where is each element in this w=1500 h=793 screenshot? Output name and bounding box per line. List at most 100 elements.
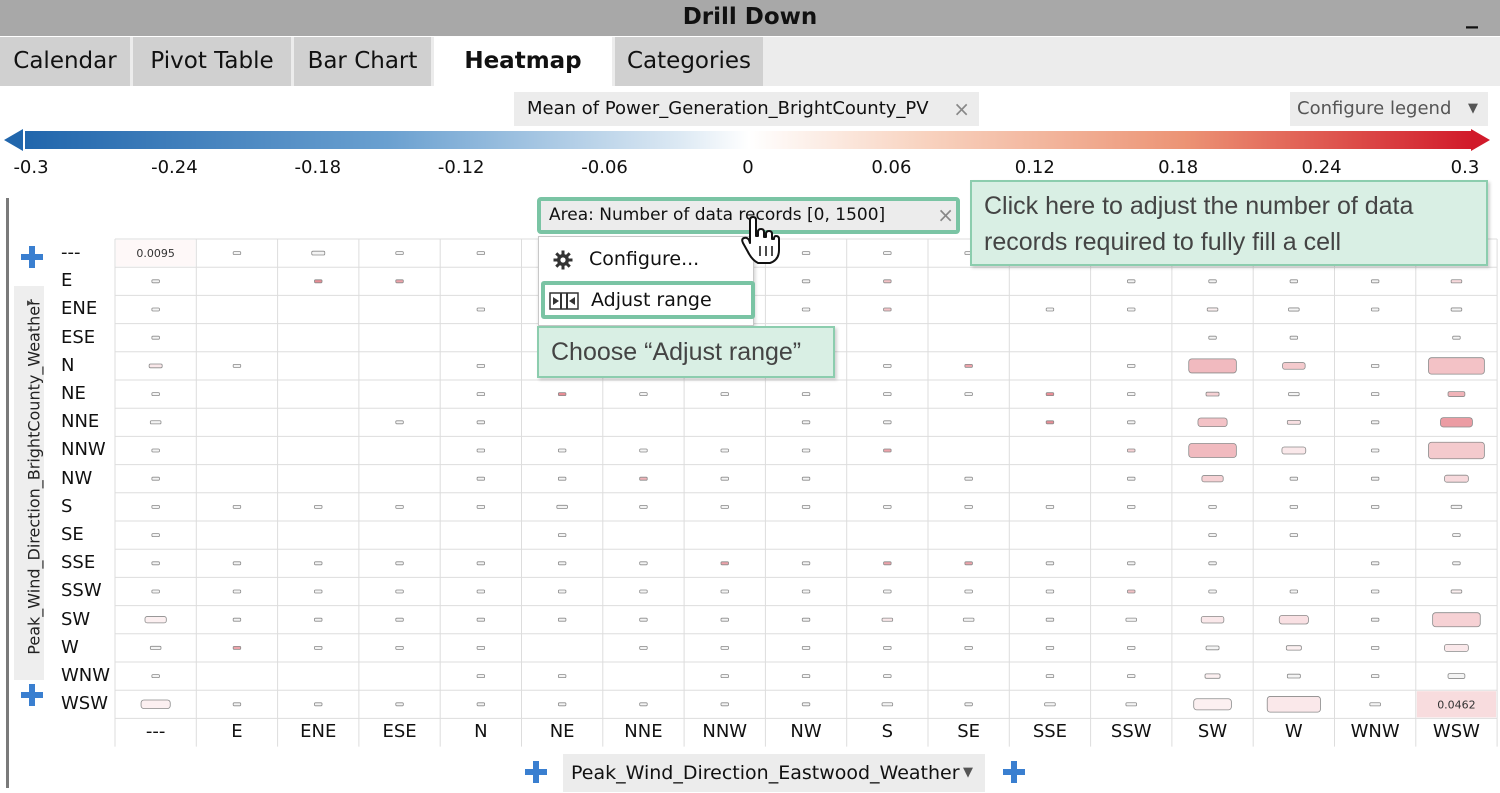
heatmap-cell[interactable] xyxy=(1452,533,1461,537)
heatmap-cell[interactable] xyxy=(964,646,973,650)
heatmap-cell[interactable] xyxy=(1045,307,1055,312)
heatmap-cell[interactable] xyxy=(639,561,648,566)
heatmap-cell[interactable] xyxy=(1127,279,1136,284)
heatmap-cell[interactable] xyxy=(1205,391,1220,397)
heatmap-cell[interactable] xyxy=(395,279,404,284)
heatmap-cell[interactable] xyxy=(639,476,648,481)
heatmap-cell[interactable] xyxy=(1444,474,1469,483)
heatmap-cell[interactable] xyxy=(801,646,811,650)
heatmap-cell[interactable] xyxy=(232,646,242,650)
heatmap-cell[interactable] xyxy=(1127,504,1136,509)
heatmap-cell[interactable] xyxy=(395,504,404,509)
heatmap-cell[interactable] xyxy=(1045,392,1055,397)
heatmap-cell[interactable] xyxy=(883,561,892,566)
heatmap-cell[interactable] xyxy=(1127,420,1136,425)
heatmap-cell[interactable] xyxy=(1288,307,1300,312)
heatmap-cell[interactable] xyxy=(1127,307,1136,312)
heatmap-cell[interactable] xyxy=(1428,357,1485,375)
heatmap-cell[interactable] xyxy=(1197,417,1228,427)
heatmap-cell[interactable] xyxy=(1127,476,1136,481)
heatmap-cell[interactable] xyxy=(1045,589,1055,594)
heatmap-cell[interactable] xyxy=(476,392,486,397)
heatmap-cell[interactable] xyxy=(151,279,160,284)
heatmap-cell[interactable] xyxy=(314,617,323,622)
heatmap-cell[interactable] xyxy=(1450,307,1463,312)
heatmap-cell[interactable] xyxy=(639,589,648,594)
heatmap-cell[interactable] xyxy=(639,448,648,453)
heatmap-cell[interactable] xyxy=(151,335,160,340)
heatmap-cell[interactable] xyxy=(1045,674,1055,678)
heatmap-cell[interactable] xyxy=(395,589,404,594)
heatmap-cell[interactable] xyxy=(883,504,892,509)
heatmap-cell[interactable] xyxy=(1201,475,1224,483)
heatmap-cell[interactable] xyxy=(557,589,567,594)
heatmap-cell[interactable] xyxy=(1447,673,1466,679)
heatmap-cell[interactable] xyxy=(232,589,242,594)
heatmap-cell[interactable] xyxy=(801,307,811,312)
heatmap-cell[interactable] xyxy=(883,674,892,678)
heatmap-cell[interactable] xyxy=(149,645,162,650)
heatmap-cell[interactable] xyxy=(476,589,486,594)
heatmap-cell[interactable] xyxy=(964,561,973,566)
heatmap-cell[interactable] xyxy=(1127,589,1136,594)
heatmap-cell[interactable] xyxy=(964,504,973,509)
heatmap-cell[interactable] xyxy=(314,561,323,566)
heatmap-cell[interactable] xyxy=(151,533,160,537)
menu-item-adjust-range[interactable]: Adjust range xyxy=(541,281,755,319)
heatmap-cell[interactable] xyxy=(883,392,892,397)
heatmap-cell[interactable] xyxy=(801,702,811,707)
heatmap-cell[interactable] xyxy=(1369,702,1381,707)
heatmap-cell[interactable] xyxy=(1285,645,1302,651)
heatmap-cell[interactable] xyxy=(883,646,892,650)
heatmap-cell[interactable] xyxy=(801,504,811,509)
heatmap-cell[interactable] xyxy=(232,561,242,566)
heatmap-cell[interactable] xyxy=(395,702,404,707)
heatmap-cell[interactable] xyxy=(1370,363,1380,368)
heatmap-cell[interactable] xyxy=(1127,561,1136,566)
heatmap-cell[interactable] xyxy=(476,617,486,622)
heatmap-cell[interactable] xyxy=(639,702,648,707)
heatmap-cell[interactable] xyxy=(557,561,567,566)
heatmap-cell[interactable] xyxy=(1127,646,1136,650)
heatmap-cell[interactable] xyxy=(1370,504,1380,509)
heatmap-cell[interactable] xyxy=(151,476,160,481)
heatmap-cell[interactable] xyxy=(1282,362,1306,370)
heatmap-cell[interactable] xyxy=(1289,335,1299,340)
heatmap-cell[interactable] xyxy=(476,561,486,566)
heatmap-cell[interactable] xyxy=(883,448,892,453)
heatmap-cell[interactable] xyxy=(883,420,892,425)
heatmap-cell[interactable] xyxy=(801,674,811,678)
add-column-dimension-button-left[interactable] xyxy=(522,758,550,786)
heatmap-cell[interactable] xyxy=(232,702,242,707)
heatmap-cell[interactable] xyxy=(720,561,729,566)
heatmap-cell[interactable] xyxy=(881,617,894,622)
heatmap-cell[interactable] xyxy=(1432,612,1481,628)
heatmap-cell[interactable] xyxy=(962,617,975,622)
heatmap-cell[interactable] xyxy=(311,250,326,256)
heatmap-cell[interactable] xyxy=(720,674,729,678)
heatmap-cell[interactable] xyxy=(1289,504,1299,509)
heatmap-cell[interactable] xyxy=(883,251,892,256)
heatmap-cell[interactable] xyxy=(476,702,486,707)
add-column-dimension-button-right[interactable] xyxy=(1000,758,1028,786)
heatmap-cell[interactable] xyxy=(720,589,729,594)
heatmap-cell[interactable] xyxy=(801,617,811,622)
heatmap-cell[interactable] xyxy=(964,589,973,594)
heatmap-cell[interactable] xyxy=(1204,673,1221,679)
heatmap-cell[interactable] xyxy=(720,617,729,622)
heatmap-cell[interactable] xyxy=(1208,589,1217,594)
heatmap-cell[interactable] xyxy=(720,504,729,509)
heatmap-cell[interactable] xyxy=(476,448,486,453)
heatmap-cell[interactable] xyxy=(1266,696,1321,713)
heatmap-cell[interactable] xyxy=(801,476,811,481)
heatmap-cell[interactable] xyxy=(1045,504,1055,509)
heatmap-cell[interactable] xyxy=(1045,617,1055,622)
heatmap-cell[interactable] xyxy=(314,504,323,509)
heatmap-cell[interactable] xyxy=(232,617,242,622)
heatmap-cell[interactable] xyxy=(476,504,486,509)
heatmap-cell[interactable] xyxy=(476,420,486,425)
heatmap-cell[interactable] xyxy=(1188,443,1237,458)
heatmap-cell[interactable] xyxy=(476,251,486,256)
heatmap-cell[interactable] xyxy=(801,392,811,397)
heatmap-cell[interactable] xyxy=(314,646,323,650)
